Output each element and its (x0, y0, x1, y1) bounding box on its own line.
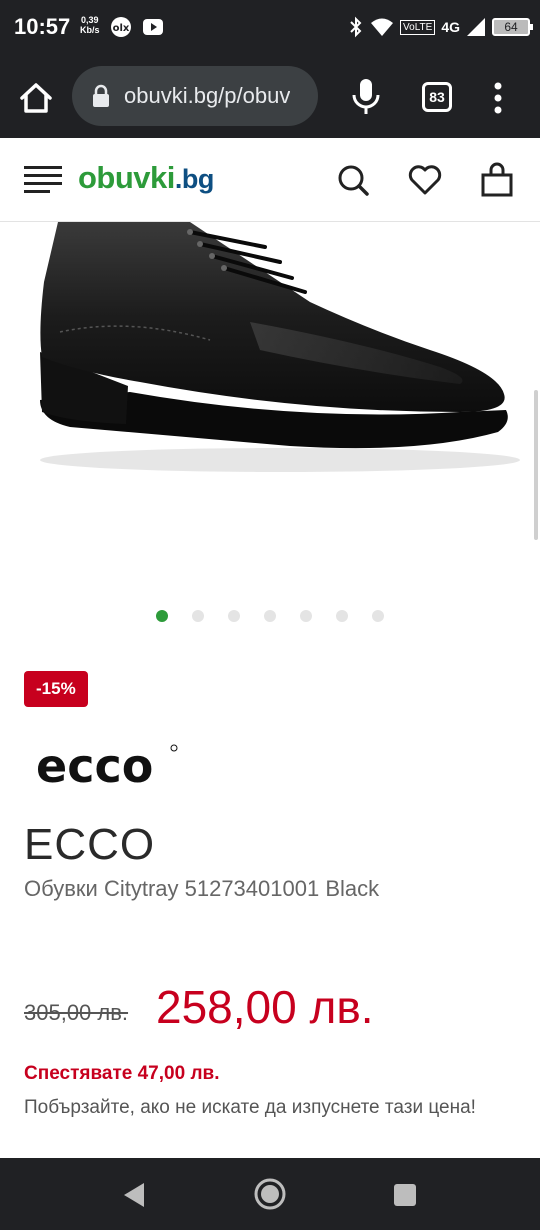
gallery-dot[interactable] (228, 610, 240, 622)
volte-badge: VoLTE (400, 19, 436, 35)
browser-toolbar: obuvki.bg/p/obuv 83 (0, 56, 540, 138)
product-image[interactable] (0, 222, 540, 592)
logo-brand: obuvki (78, 160, 175, 195)
youtube-icon (143, 19, 163, 35)
status-bar: 10:57 0,39 Kb/s olx VoLTE 4G 64 (0, 0, 540, 56)
shopping-bag-icon[interactable] (480, 162, 514, 198)
status-right: VoLTE 4G 64 (348, 15, 533, 39)
current-price: 258,00 лв. (156, 981, 374, 1033)
svg-text:olx: olx (113, 23, 130, 34)
gallery-dot[interactable] (264, 610, 276, 622)
gallery-dot[interactable] (192, 610, 204, 622)
home-circle-icon[interactable] (254, 1178, 286, 1210)
gallery-dot[interactable] (156, 610, 168, 622)
ecco-logo: ecco (36, 742, 178, 790)
battery-icon: 64 (492, 18, 533, 36)
gallery-pagination[interactable] (0, 610, 540, 624)
page-scrollbar[interactable] (534, 390, 538, 540)
address-bar[interactable]: obuvki.bg/p/obuv (72, 66, 318, 126)
hamburger-menu-icon[interactable] (24, 164, 62, 196)
ecco-logo-text: ecco (36, 742, 153, 790)
gallery-dot[interactable] (372, 610, 384, 622)
system-nav-bar (0, 1158, 540, 1230)
more-menu-icon[interactable] (486, 80, 510, 116)
old-price: 305,00 лв. (24, 1000, 129, 1025)
heart-icon[interactable] (408, 162, 442, 198)
product-brand[interactable]: ECCO (24, 820, 155, 870)
home-icon[interactable] (16, 78, 56, 118)
product-title: Обувки Citytray 51273401001 Black (24, 876, 380, 901)
lock-icon (93, 84, 109, 107)
hurry-text: Побързайте, ако не искате да изпуснете т… (24, 1097, 476, 1118)
status-time: 10:57 (14, 14, 71, 39)
recent-apps-icon[interactable] (394, 1184, 416, 1206)
network-type: 4G (441, 19, 460, 35)
discount-badge: -15% (24, 671, 88, 707)
back-icon[interactable] (122, 1182, 146, 1208)
site-logo[interactable]: obuvki.bg (78, 160, 214, 196)
wifi-icon (371, 18, 394, 36)
network-speed-value: 0,39 (80, 15, 99, 25)
url-text: obuvki.bg/p/obuv (124, 83, 291, 108)
gallery-dot[interactable] (300, 610, 312, 622)
logo-tld: .bg (174, 164, 215, 194)
microphone-icon[interactable] (348, 76, 384, 116)
network-speed-unit: Kb/s (80, 25, 100, 35)
tab-switcher-button[interactable]: 83 (422, 82, 452, 112)
signal-icon (467, 18, 485, 36)
savings-text: Спестявате 47,00 лв. (24, 1063, 220, 1084)
gallery-dot[interactable] (336, 610, 348, 622)
app-notification-icon: olx (111, 17, 131, 37)
bluetooth-icon (350, 16, 362, 38)
site-header: obuvki.bg (0, 138, 540, 222)
search-icon[interactable] (336, 162, 370, 198)
network-speed: 0,39 Kb/s (80, 15, 100, 35)
shoe-image (40, 222, 520, 472)
